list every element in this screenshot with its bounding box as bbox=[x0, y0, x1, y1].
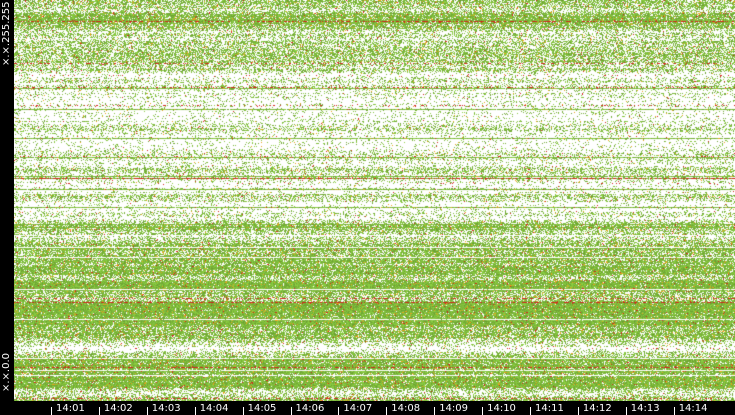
traffic-heatmap[interactable] bbox=[14, 0, 735, 401]
x-tick-label: 14:13 bbox=[625, 403, 660, 415]
x-tick-label: 14:02 bbox=[98, 403, 133, 415]
x-tick-label: 14:10 bbox=[482, 403, 516, 415]
x-tick-label: 14:04 bbox=[194, 403, 229, 415]
x-tick-label: 14:12 bbox=[577, 403, 612, 415]
x-axis: 14:01 14:02 14:03 14:04 14:05 14:06 14:07 14:08… bbox=[0, 401, 735, 415]
x-tick-label: 14:11 bbox=[530, 403, 564, 415]
y-axis-bottom-label: ×.×.0.0 bbox=[1, 352, 12, 392]
y-axis: ×.×.255.255 ×.×.0.0 bbox=[0, 0, 14, 401]
x-tick-label: 14:09 bbox=[434, 403, 469, 415]
x-tick-label: 14:07 bbox=[338, 403, 373, 415]
x-tick-label: 14:03 bbox=[146, 403, 181, 415]
y-axis-top-label: ×.×.255.255 bbox=[1, 1, 12, 66]
x-tick-label: 14:06 bbox=[290, 403, 325, 415]
x-tick-label: 14:08 bbox=[386, 403, 421, 415]
x-tick-label: 14:01 bbox=[51, 403, 85, 415]
x-tick-label: 14:05 bbox=[242, 403, 277, 415]
x-tick-label: 14:14 bbox=[673, 403, 708, 415]
